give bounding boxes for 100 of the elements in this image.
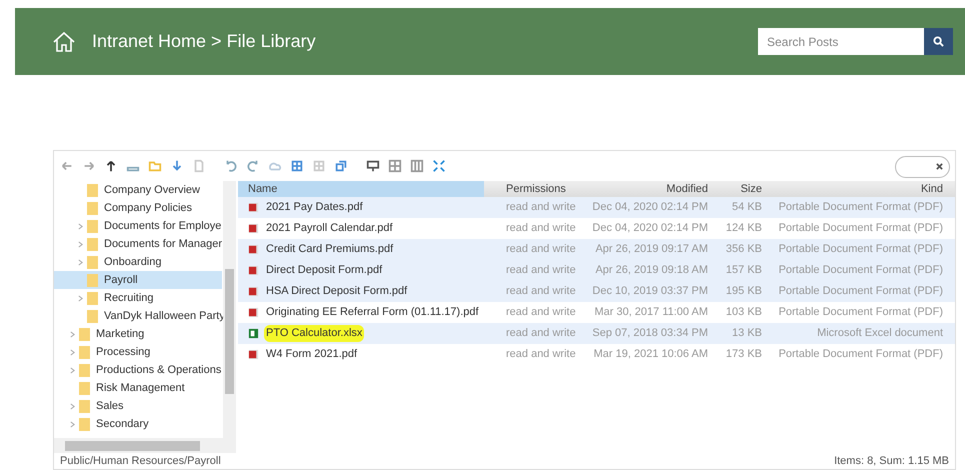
chevron-icon[interactable] xyxy=(70,366,75,374)
table-cell-text: Portable Document Format (PDF) xyxy=(778,221,944,236)
folder-tree-item[interactable]: Processing xyxy=(54,343,222,361)
document-icon[interactable] xyxy=(192,159,206,173)
table-cell-text: 356 KB xyxy=(724,242,763,258)
table-cell-text: read and write xyxy=(505,200,577,216)
folder-tree-item[interactable]: Productions & Operations xyxy=(54,361,222,379)
forward-arrow-icon[interactable] xyxy=(82,159,96,173)
folder-icon xyxy=(79,364,90,376)
table-cell-text: 54 KB xyxy=(731,200,763,216)
table-cell-text: read and write xyxy=(505,284,577,300)
table-cell-text: 103 KB xyxy=(724,305,763,320)
table-cell-text: read and write xyxy=(505,263,577,278)
table-cell-text: Apr 26, 2019 09:18 AM xyxy=(594,263,709,278)
table-cell-text: 195 KB xyxy=(724,284,763,300)
table-cell-text: Portable Document Format (PDF) xyxy=(778,347,944,362)
table-cell-text: Dec 04, 2020 02:14 PM xyxy=(591,221,709,236)
folder-tree-item[interactable]: Company Overview xyxy=(54,181,222,199)
file-name: HSA Direct Deposit Form.pdf xyxy=(266,284,408,300)
file-name: Credit Card Premiums.pdf xyxy=(266,242,394,258)
table-cell-text: read and write xyxy=(505,242,577,258)
table-cell-text: Sep 07, 2018 03:34 PM xyxy=(591,326,709,342)
folder-icon[interactable] xyxy=(148,159,162,173)
table-cell-text: Mar 30, 2017 11:00 AM xyxy=(593,305,709,320)
file-name: Direct Deposit Form.pdf xyxy=(266,263,382,278)
folder-icon xyxy=(87,184,98,196)
file-row[interactable]: Direct Deposit Form.pdf read and write Apr 26, 2019 09:18 AM 157 KB Portable Document Format (PDF) xyxy=(238,260,955,281)
items-summary: Items: 8, Sum: 1.15 MB xyxy=(834,454,949,468)
folder-tree-item[interactable]: Documents for Employe xyxy=(54,217,222,235)
folder-tree-item[interactable]: Sales xyxy=(54,397,222,415)
chevron-icon[interactable] xyxy=(70,348,75,356)
folder-icon xyxy=(87,202,98,214)
table-cell-text: Dec 10, 2019 03:37 PM xyxy=(591,284,709,300)
column-header[interactable]: Name xyxy=(238,181,484,197)
horizontal-scrollbar[interactable] xyxy=(54,438,236,453)
table-cell-text: Microsoft Excel document xyxy=(816,326,944,342)
up-arrow-icon[interactable] xyxy=(104,159,118,173)
chevron-icon[interactable] xyxy=(70,420,75,428)
pattern-icon[interactable] xyxy=(388,159,402,173)
file-row[interactable]: Credit Card Premiums.pdf read and write Apr 26, 2019 09:17 AM 356 KB Portable Document Format (PDF) xyxy=(238,239,955,260)
folder-icon xyxy=(87,256,98,268)
folder-icon xyxy=(87,292,98,304)
undo-icon[interactable] xyxy=(224,159,238,173)
folder-tree-item[interactable]: Payroll xyxy=(54,271,222,289)
table-cell-text: 13 KB xyxy=(731,326,763,342)
redo-icon[interactable] xyxy=(246,159,260,173)
file-row[interactable]: 2021 Pay Dates.pdf read and write Dec 04, 2020 02:14 PM 54 KB Portable Document Format (PDF) xyxy=(238,197,955,218)
folder-icon xyxy=(79,346,90,358)
table-cell-text: Portable Document Format (PDF) xyxy=(778,305,944,320)
chevron-icon[interactable] xyxy=(78,294,83,302)
folder-tree-item[interactable]: Risk Management xyxy=(54,379,222,397)
back-arrow-icon[interactable] xyxy=(60,159,74,173)
table-cell-text: Dec 04, 2020 02:14 PM xyxy=(591,200,709,216)
table-cell-text: read and write xyxy=(505,347,577,362)
chevron-icon[interactable] xyxy=(70,402,75,410)
grid-icon[interactable] xyxy=(290,159,304,173)
home-icon[interactable] xyxy=(52,30,76,54)
vertical-scrollbar[interactable] xyxy=(223,181,236,438)
chevron-icon[interactable] xyxy=(78,222,83,230)
column-header[interactable]: Kind xyxy=(770,181,955,197)
chevron-icon[interactable] xyxy=(70,330,75,338)
chevron-icon[interactable] xyxy=(78,258,83,266)
folder-tree-item[interactable]: Company Policies xyxy=(54,199,222,217)
table-cell-text: 173 KB xyxy=(724,347,763,362)
table-cell-text: Portable Document Format (PDF) xyxy=(778,242,944,258)
folder-tree-item[interactable]: Recruiting xyxy=(54,289,222,307)
folder-tree-item[interactable]: Secondary xyxy=(54,415,222,433)
folder-tree-item[interactable]: Marketing xyxy=(54,325,222,343)
grid-icon[interactable] xyxy=(312,159,326,173)
folder-tree-item[interactable]: Documents for Manager xyxy=(54,235,222,253)
folder-path: Public/Human Resources/Payroll xyxy=(60,454,221,468)
window-icon[interactable] xyxy=(334,159,348,173)
search-button[interactable] xyxy=(924,28,953,55)
table-cell-text: 157 KB xyxy=(724,263,763,278)
file-name: 2021 Payroll Calendar.pdf xyxy=(266,221,393,236)
search-field[interactable]: Search Posts xyxy=(758,28,924,55)
folder-icon xyxy=(79,400,90,412)
search-icon xyxy=(933,36,944,47)
folder-icon xyxy=(87,238,98,250)
column-header[interactable]: Permissions xyxy=(484,181,589,197)
expand-icon[interactable] xyxy=(432,159,446,173)
presentation-icon[interactable] xyxy=(366,159,380,173)
folder-icon xyxy=(87,220,98,232)
folder-tree-item[interactable]: Onboarding xyxy=(54,253,222,271)
clear-icon[interactable] xyxy=(936,163,943,170)
file-row[interactable]: PTO Calculator.xlsx read and write Sep 07, 2018 03:34 PM 13 KB Microsoft Excel document xyxy=(238,323,955,344)
download-icon[interactable] xyxy=(170,159,184,173)
column-header[interactable]: Modified xyxy=(589,181,716,197)
column-header[interactable]: Size xyxy=(716,181,770,197)
folder-icon xyxy=(79,328,90,340)
file-row[interactable]: HSA Direct Deposit Form.pdf read and write Dec 10, 2019 03:37 PM 195 KB Portable Document Format (PDF) xyxy=(238,281,955,302)
folder-icon xyxy=(87,274,98,286)
file-name: Originating EE Referral Form (01.11.17).pdf xyxy=(266,305,479,320)
table-cell-text: Apr 26, 2019 09:17 AM xyxy=(594,242,709,258)
breadcrumb[interactable]: Intranet Home > File Library xyxy=(92,28,316,55)
file-name: W4 Form 2021.pdf xyxy=(266,347,358,362)
chevron-icon[interactable] xyxy=(78,240,83,248)
columns-icon[interactable] xyxy=(410,159,424,173)
table-cell-text: Portable Document Format (PDF) xyxy=(778,284,944,300)
filter-field[interactable] xyxy=(895,156,950,178)
